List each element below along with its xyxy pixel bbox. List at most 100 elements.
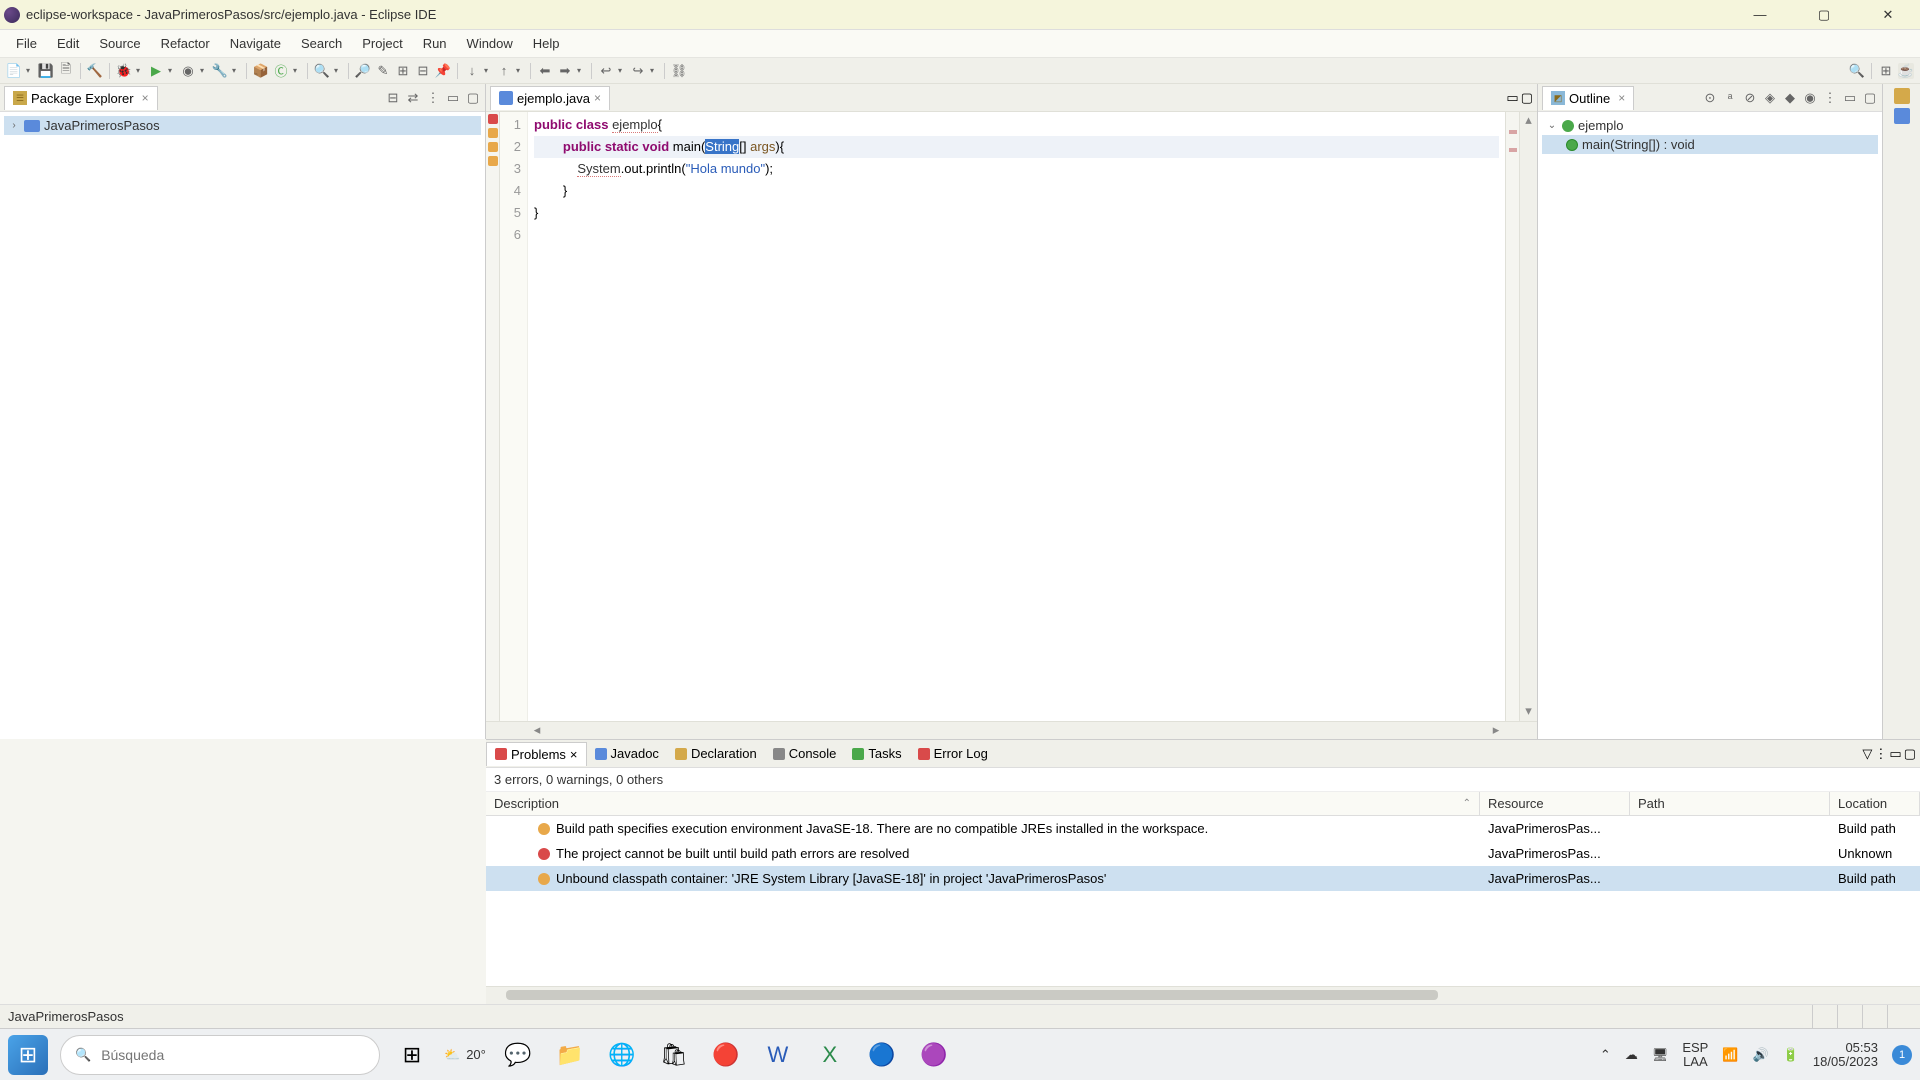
dropdown-icon[interactable]: ▾	[200, 66, 208, 75]
explorer-icon[interactable]: 📁	[550, 1035, 590, 1075]
tab-console[interactable]: Console	[765, 742, 845, 765]
view-menu-icon[interactable]: ⋮	[425, 90, 441, 106]
editor-tab[interactable]: ejemplo.java ×	[490, 86, 610, 110]
minimize-view-icon[interactable]: ▭	[1889, 746, 1901, 762]
dropdown-icon[interactable]: ▾	[168, 66, 176, 75]
java-perspective-icon[interactable]: ☕	[1898, 63, 1914, 79]
perspective-icon[interactable]: ⊞	[1878, 63, 1894, 79]
chevron-right-icon[interactable]: ›	[8, 120, 20, 131]
outline-item-method[interactable]: main(String[]) : void	[1542, 135, 1878, 154]
quick-access-icon[interactable]: 🔍	[1849, 63, 1865, 79]
build-icon[interactable]: 🔨	[87, 63, 103, 79]
problem-row[interactable]: The project cannot be built until build …	[486, 841, 1920, 866]
eclipse-taskbar-icon[interactable]: 🟣	[914, 1035, 954, 1075]
save-icon[interactable]: 💾	[38, 63, 54, 79]
weather-widget[interactable]: ⛅ 20°	[444, 1047, 486, 1063]
menu-edit[interactable]: Edit	[47, 32, 89, 55]
maximize-view-icon[interactable]: ▢	[465, 90, 481, 106]
dropdown-icon[interactable]: ▾	[26, 66, 34, 75]
dropdown-icon[interactable]: ▾	[136, 66, 144, 75]
prev-icon[interactable]: ↑	[496, 63, 512, 79]
debug-icon[interactable]: 🐞	[116, 63, 132, 79]
warn-marker-icon[interactable]	[488, 156, 498, 166]
hide-fields-icon[interactable]: ⊘	[1742, 90, 1758, 106]
taskbar-search[interactable]: 🔍	[60, 1035, 380, 1075]
dropdown-icon[interactable]: ▾	[293, 66, 301, 75]
horizontal-scrollbar[interactable]: ◂ ▸	[486, 721, 1537, 739]
focus-icon[interactable]: ⊙	[1702, 90, 1718, 106]
annotation-icon[interactable]: ✎	[375, 63, 391, 79]
close-button[interactable]: ✕	[1868, 0, 1908, 30]
battery-icon[interactable]: 🔋	[1783, 1047, 1799, 1063]
open-type-icon[interactable]: 🔍	[314, 63, 330, 79]
back-icon[interactable]: ⬅	[537, 63, 553, 79]
minimize-view-icon[interactable]: ▭	[1842, 90, 1858, 106]
maximize-button[interactable]: ▢	[1804, 0, 1844, 30]
clock[interactable]: 05:53 18/05/2023	[1813, 1041, 1878, 1069]
close-icon[interactable]: ×	[594, 91, 601, 105]
problem-row[interactable]: Build path specifies execution environme…	[486, 816, 1920, 841]
menu-search[interactable]: Search	[291, 32, 352, 55]
minimize-button[interactable]: —	[1740, 0, 1780, 30]
new-package-icon[interactable]: 📦	[253, 63, 269, 79]
perspective-button[interactable]	[1894, 108, 1910, 124]
search-icon[interactable]: 🔎	[355, 63, 371, 79]
column-resource[interactable]: Resource	[1480, 792, 1630, 815]
next-icon[interactable]: ↓	[464, 63, 480, 79]
scroll-down-icon[interactable]: ▾	[1520, 703, 1537, 721]
tray-chevron-icon[interactable]: ⌃	[1600, 1047, 1611, 1063]
outline-tab[interactable]: ◩ Outline ×	[1542, 86, 1634, 110]
external-icon[interactable]: 🔧	[212, 63, 228, 79]
vertical-scrollbar[interactable]: ▴ ▾	[1519, 112, 1537, 721]
hide-local-icon[interactable]: ◉	[1802, 90, 1818, 106]
menu-project[interactable]: Project	[352, 32, 412, 55]
pin-icon[interactable]: 📌	[435, 63, 451, 79]
chrome-icon[interactable]: 🔵	[862, 1035, 902, 1075]
package-explorer-tab[interactable]: ☰ Package Explorer ×	[4, 86, 158, 110]
scroll-right-icon[interactable]: ▸	[1487, 722, 1505, 739]
column-path[interactable]: Path	[1630, 792, 1830, 815]
editor-body[interactable]: 1 2 3 4 5 6 public class ejemplo{ public…	[486, 112, 1537, 721]
coverage-icon[interactable]: ◉	[180, 63, 196, 79]
hide-non-public-icon[interactable]: ◆	[1782, 90, 1798, 106]
dropdown-icon[interactable]: ▾	[484, 66, 492, 75]
forward-icon[interactable]: ➡	[557, 63, 573, 79]
new-icon[interactable]: 📄	[6, 63, 22, 79]
dropdown-icon[interactable]: ▾	[516, 66, 524, 75]
tab-problems[interactable]: Problems ×	[486, 742, 587, 766]
task-view-icon[interactable]: ⊞	[392, 1035, 432, 1075]
onedrive-icon[interactable]: ☁	[1625, 1047, 1638, 1063]
chevron-down-icon[interactable]: ⌄	[1546, 120, 1558, 131]
filter-icon[interactable]: ▽	[1862, 746, 1872, 762]
redo-icon[interactable]: ↪	[630, 63, 646, 79]
new-class-icon[interactable]: Ⓒ	[273, 63, 289, 79]
overview-marker[interactable]	[1509, 148, 1517, 152]
maximize-view-icon[interactable]: ▢	[1862, 90, 1878, 106]
teams-icon[interactable]: 💬	[498, 1035, 538, 1075]
perspective-button[interactable]	[1894, 88, 1910, 104]
column-location[interactable]: Location	[1830, 792, 1920, 815]
maximize-view-icon[interactable]: ▢	[1521, 90, 1533, 106]
menu-help[interactable]: Help	[523, 32, 570, 55]
toggle-icon[interactable]: ⊟	[415, 63, 431, 79]
language-indicator[interactable]: ESP LAA	[1682, 1041, 1708, 1069]
close-icon[interactable]: ×	[1618, 91, 1625, 105]
outline-item-class[interactable]: ⌄ ejemplo	[1542, 116, 1878, 135]
dropdown-icon[interactable]: ▾	[618, 66, 626, 75]
dropdown-icon[interactable]: ▾	[577, 66, 585, 75]
code-area[interactable]: public class ejemplo{ public static void…	[528, 112, 1505, 721]
search-input[interactable]	[101, 1047, 365, 1063]
scroll-left-icon[interactable]: ◂	[528, 722, 546, 739]
menu-window[interactable]: Window	[457, 32, 523, 55]
start-button[interactable]: ⊞	[8, 1035, 48, 1075]
close-icon[interactable]: ×	[570, 747, 578, 762]
dropdown-icon[interactable]: ▾	[650, 66, 658, 75]
dropdown-icon[interactable]: ▾	[232, 66, 240, 75]
menu-navigate[interactable]: Navigate	[220, 32, 291, 55]
tree-item-project[interactable]: › JavaPrimerosPasos	[4, 116, 481, 135]
network-icon[interactable]: 🖥	[1652, 1047, 1669, 1063]
warn-marker-icon[interactable]	[488, 128, 498, 138]
minimize-view-icon[interactable]: ▭	[1506, 90, 1518, 106]
scroll-up-icon[interactable]: ▴	[1520, 112, 1537, 130]
warn-marker-icon[interactable]	[488, 142, 498, 152]
